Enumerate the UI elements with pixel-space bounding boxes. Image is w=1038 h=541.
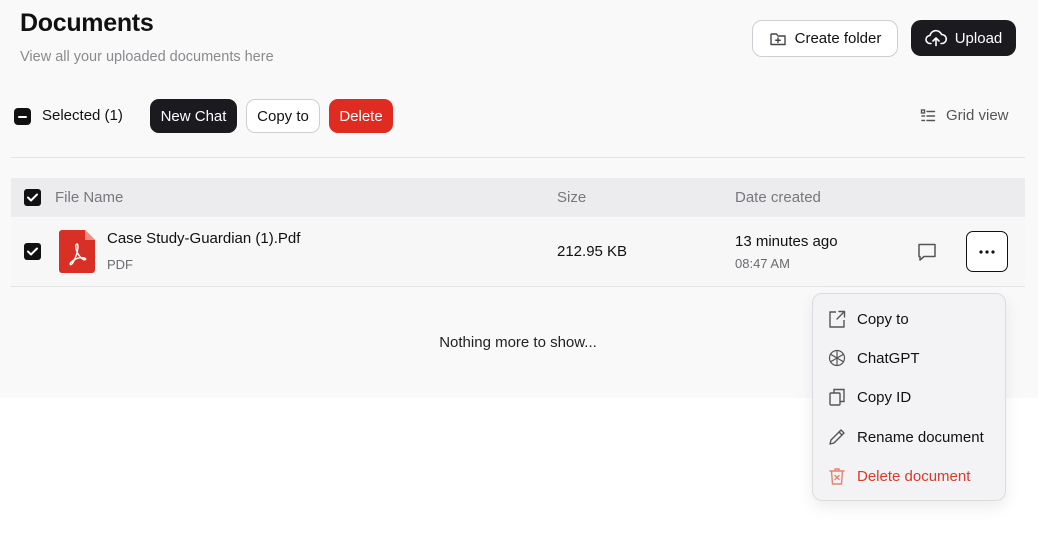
- copy-icon: [829, 388, 845, 406]
- file-type: PDF: [107, 257, 133, 272]
- create-folder-label: Create folder: [794, 30, 882, 47]
- menu-item-rename-document[interactable]: Rename document: [813, 419, 1007, 455]
- new-chat-button[interactable]: New Chat: [150, 99, 237, 133]
- check-icon: [27, 193, 38, 202]
- menu-item-delete-document[interactable]: Delete document: [813, 458, 1007, 494]
- column-header-file-name[interactable]: File Name: [55, 189, 123, 206]
- list-icon: [920, 108, 936, 121]
- page-title: Documents: [20, 9, 154, 37]
- delete-button[interactable]: Delete: [329, 99, 393, 133]
- menu-item-label: Delete document: [857, 467, 971, 485]
- menu-item-label: Copy to: [857, 310, 909, 328]
- grid-view-label: Grid view: [946, 107, 1009, 124]
- page-subtitle: View all your uploaded documents here: [20, 49, 274, 65]
- grid-view-toggle[interactable]: Grid view: [920, 107, 1009, 124]
- folder-plus-icon: [769, 32, 786, 45]
- section-divider: [11, 157, 1025, 158]
- cloud-upload-icon: [924, 29, 947, 47]
- copy-to-button[interactable]: Copy to: [246, 99, 320, 133]
- chatgpt-icon: [828, 349, 846, 367]
- pencil-icon: [829, 429, 845, 445]
- ellipsis-icon: [979, 249, 995, 254]
- upload-label: Upload: [954, 29, 1003, 47]
- menu-item-label: ChatGPT: [857, 349, 920, 367]
- share-icon: [829, 310, 846, 328]
- create-folder-button[interactable]: Create folder: [752, 20, 898, 57]
- menu-item-chatgpt[interactable]: ChatGPT: [813, 340, 1007, 376]
- trash-icon: [829, 468, 845, 485]
- menu-item-copy-to[interactable]: Copy to: [813, 301, 1007, 337]
- date-created-time: 08:47 AM: [735, 256, 790, 271]
- column-header-date-created[interactable]: Date created: [735, 189, 821, 206]
- pdf-icon: [59, 230, 95, 273]
- context-menu: Copy to ChatGPT Copy ID Rename document …: [812, 293, 1006, 501]
- header-checkbox[interactable]: [24, 189, 41, 206]
- upload-button[interactable]: Upload: [911, 20, 1016, 56]
- check-icon: [27, 247, 38, 256]
- more-options-button[interactable]: [966, 231, 1008, 272]
- table-row[interactable]: [11, 217, 1025, 287]
- row-checkbox[interactable]: [24, 243, 41, 260]
- menu-item-copy-id[interactable]: Copy ID: [813, 379, 1007, 415]
- select-all-indeterminate-checkbox[interactable]: [14, 108, 31, 125]
- file-name[interactable]: Case Study-Guardian (1).Pdf: [107, 230, 300, 247]
- date-created-relative: 13 minutes ago: [735, 233, 838, 250]
- file-size: 212.95 KB: [557, 243, 628, 260]
- menu-item-label: Rename document: [857, 428, 984, 446]
- selected-count-label: Selected (1): [42, 107, 123, 124]
- menu-item-label: Copy ID: [857, 388, 912, 406]
- table-header: [11, 178, 1025, 217]
- column-header-size[interactable]: Size: [557, 189, 586, 206]
- chat-icon[interactable]: [916, 241, 938, 263]
